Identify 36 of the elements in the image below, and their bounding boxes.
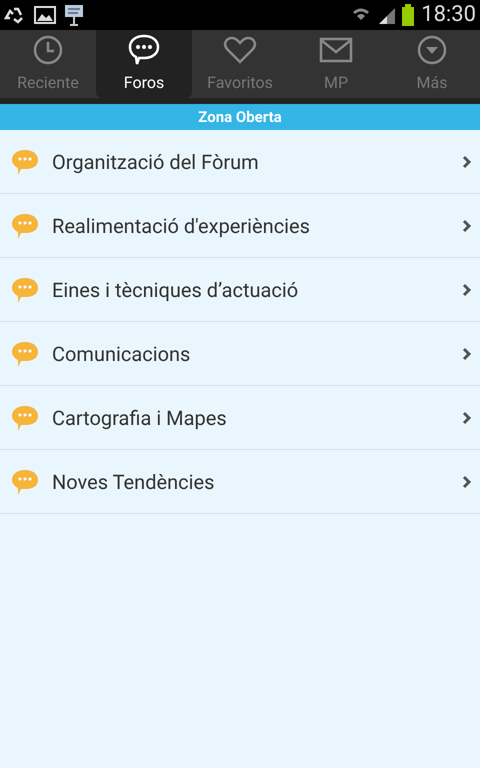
presentation-icon [64, 4, 84, 26]
chevron-icon [462, 410, 472, 424]
chevron-icon [462, 346, 472, 360]
tab[interactable]: Foros [96, 30, 192, 98]
forum-title: Eines i tècniques d’actuació [52, 276, 300, 304]
chevron-icon [462, 154, 472, 168]
speech-bubble-icon [11, 212, 39, 240]
chevron-icon [462, 474, 472, 488]
forum-title: Noves Tendències [52, 468, 216, 496]
forum-row[interactable]: Cartografia i Mapes [0, 386, 480, 450]
chat-icon [127, 33, 161, 67]
recycle-icon [4, 6, 26, 24]
section-header: Zona Oberta [0, 104, 480, 130]
forum-title: Cartografia i Mapes [52, 404, 228, 432]
forum-row[interactable]: Comunicacions [0, 322, 480, 386]
speech-bubble-icon [11, 468, 39, 496]
chevron-icon [462, 282, 472, 296]
speech-bubble-icon [11, 276, 39, 304]
forum-row[interactable]: Organització del Fòrum [0, 130, 480, 194]
dropdown-icon [416, 34, 448, 66]
image-icon [34, 6, 56, 24]
forum-title: Organització del Fòrum [52, 148, 260, 176]
speech-bubble-icon [11, 148, 39, 176]
clock-time: 18:30 [421, 4, 476, 26]
speech-bubble-icon [11, 404, 39, 432]
forum-title: Comunicacions [52, 340, 192, 368]
mail-icon [319, 36, 353, 64]
heart-icon [223, 35, 257, 65]
forum-title: Realimentació d'experiències [52, 212, 311, 240]
clock-icon [32, 34, 64, 66]
forum-row[interactable]: Noves Tendències [0, 450, 480, 514]
forum-row[interactable]: Realimentació d'experiències [0, 194, 480, 258]
speech-bubble-icon [11, 340, 39, 368]
forum-row[interactable]: Eines i tècniques d’actuació [0, 258, 480, 322]
battery-icon [401, 4, 416, 26]
chevron-icon [462, 218, 472, 232]
